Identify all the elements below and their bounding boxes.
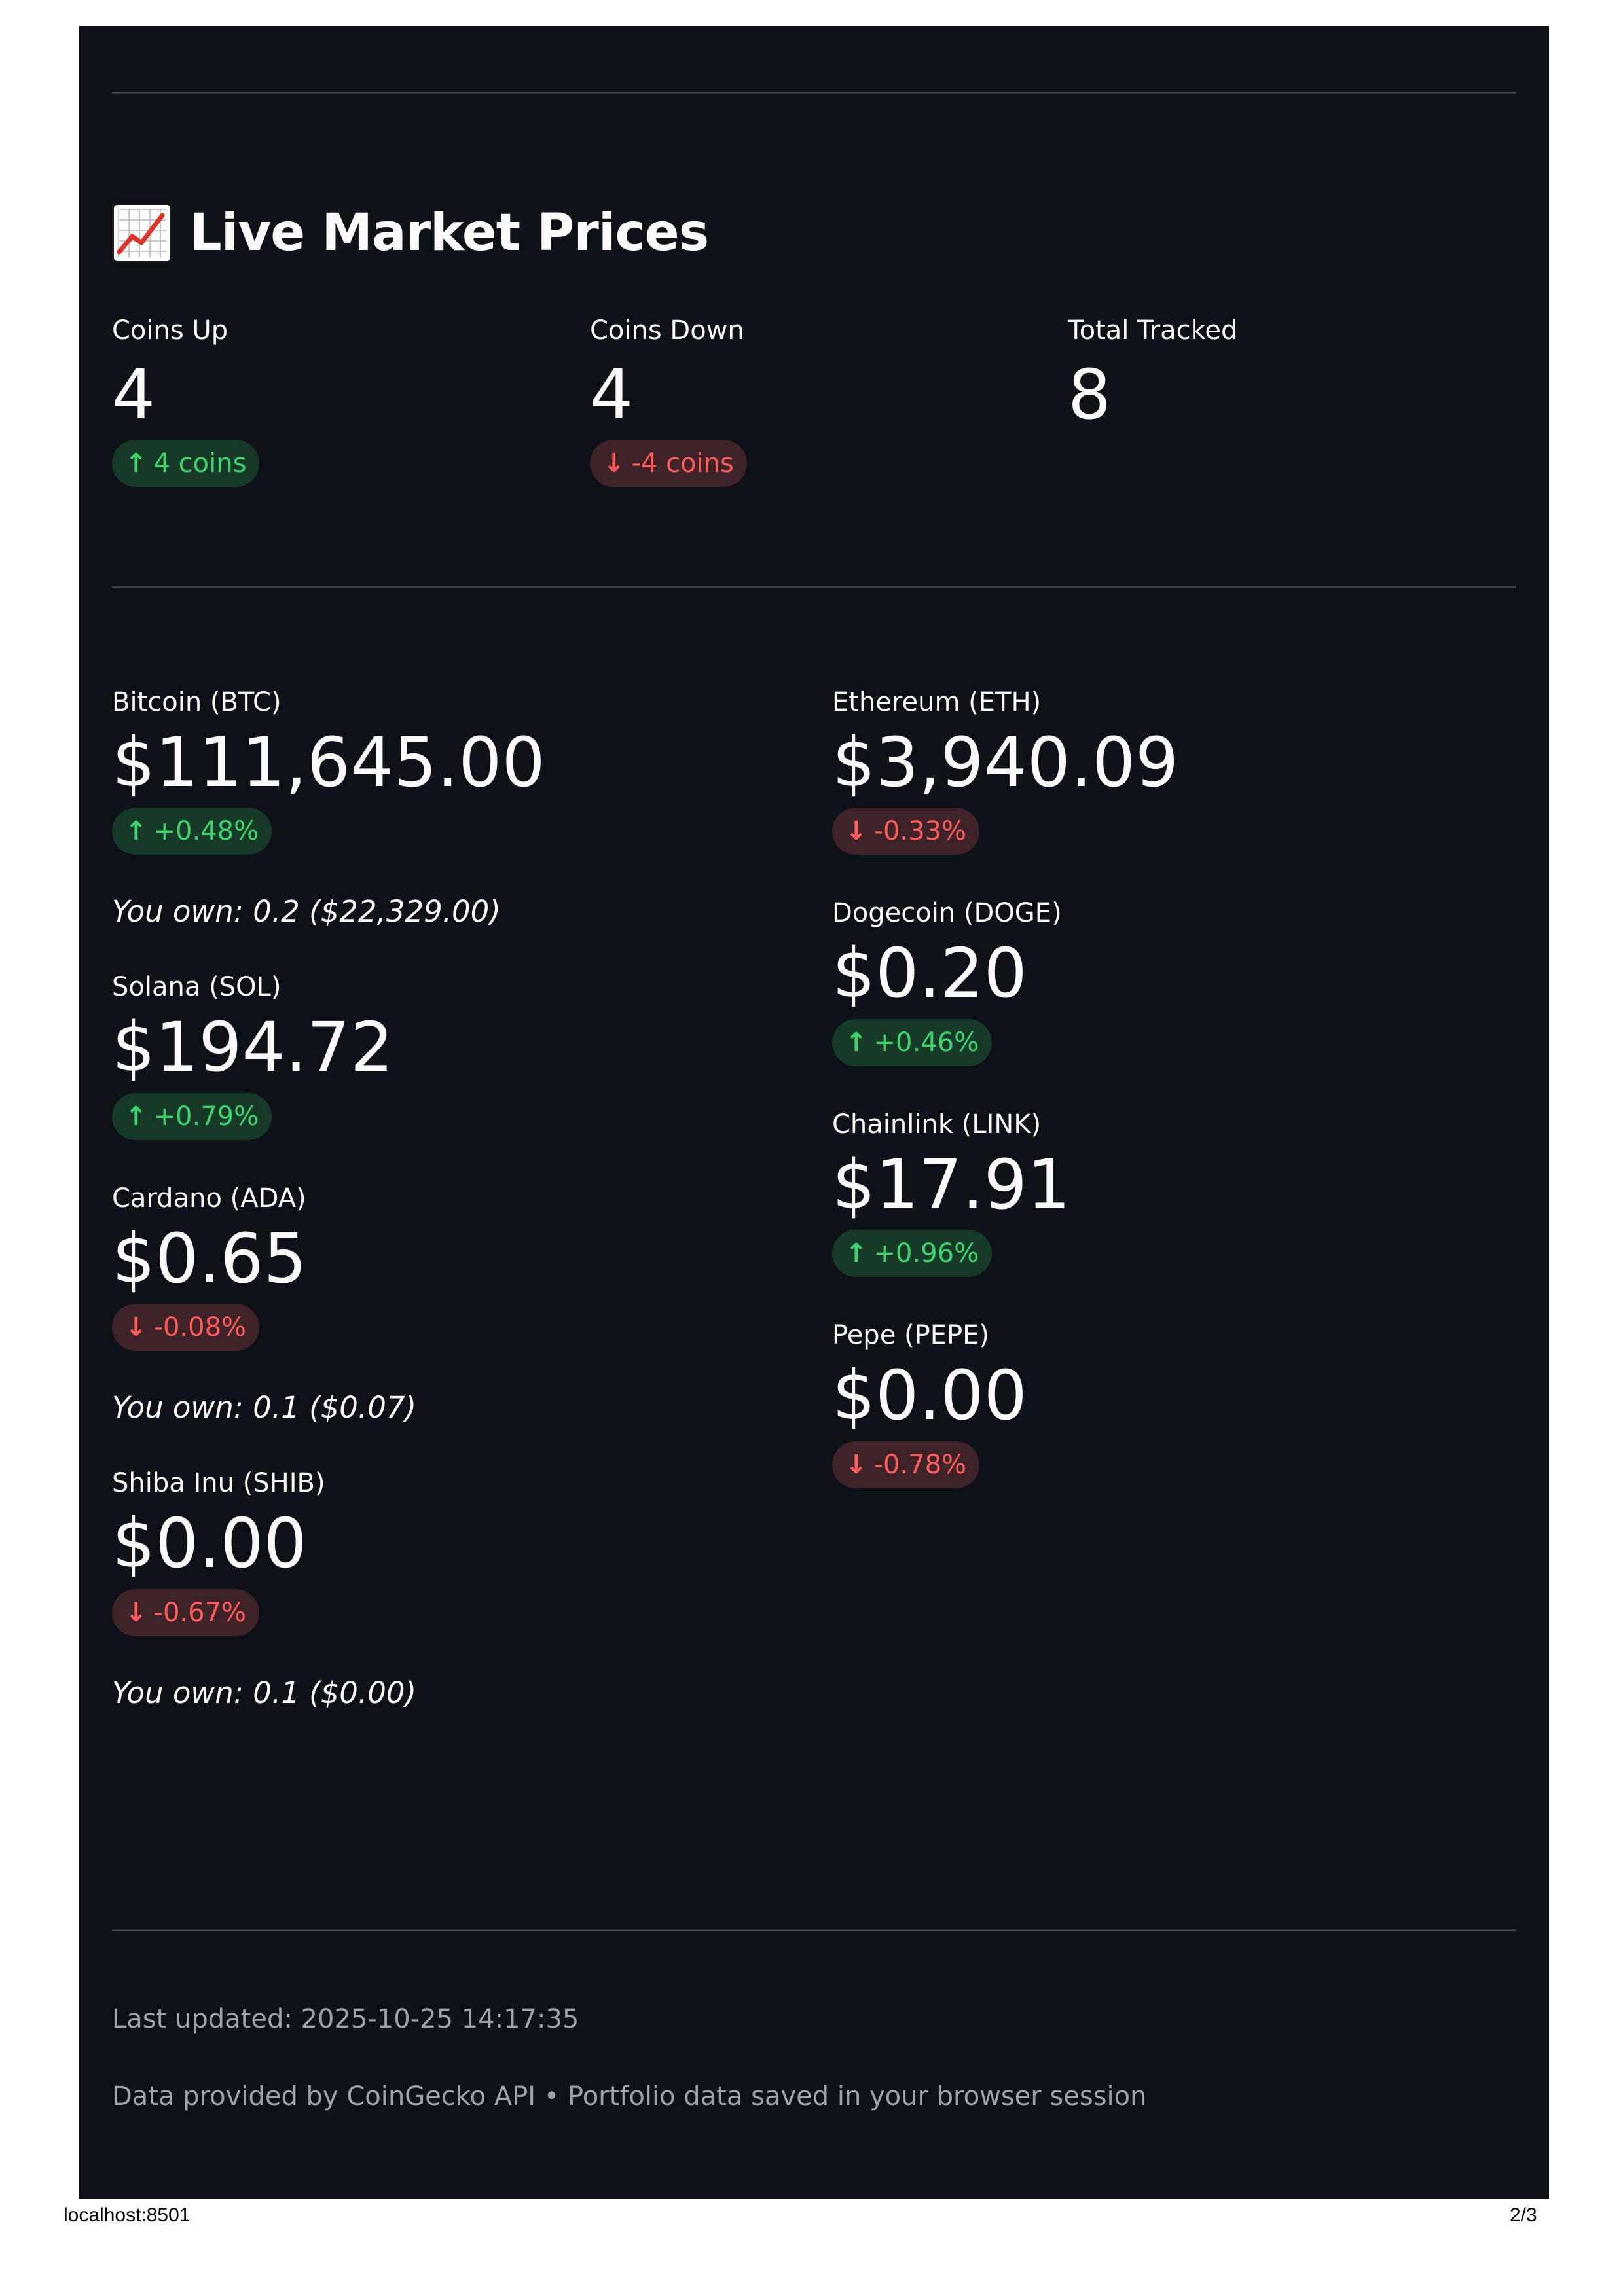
- arrow-down-icon: ↓: [125, 1597, 147, 1628]
- coin-price: $0.65: [112, 1218, 307, 1299]
- page-title-text: Live Market Prices: [189, 204, 709, 262]
- delta-text: -0.78%: [873, 1449, 967, 1480]
- delta-text: +0.46%: [873, 1027, 979, 1058]
- arrow-up-icon: ↑: [845, 1238, 867, 1269]
- delta-badge: ↑ +0.79%: [112, 1092, 272, 1140]
- arrow-up-icon: ↑: [125, 448, 147, 479]
- delta-badge: ↑ 4 coins: [112, 440, 260, 488]
- coin-card-pepe: Pepe (PEPE) $0.00 ↓ -0.78%: [832, 1320, 1178, 1488]
- metric-label: Coins Up: [112, 315, 228, 346]
- print-page-number: 2/3: [1510, 2204, 1537, 2226]
- coin-price: $0.00: [112, 1503, 307, 1584]
- page-title: Live Market Prices: [112, 203, 709, 263]
- arrow-down-icon: ↓: [125, 1312, 147, 1343]
- coin-label: Bitcoin (BTC): [112, 687, 282, 717]
- delta-text: -0.33%: [873, 816, 967, 847]
- arrow-up-icon: ↑: [845, 1027, 867, 1058]
- metric-value: 8: [1068, 355, 1112, 435]
- delta-badge: ↓ -0.78%: [832, 1441, 980, 1488]
- delta-badge: ↑ +0.48%: [112, 808, 272, 855]
- owned-text: You own: 0.1 ($0.07): [112, 1390, 417, 1426]
- coin-label: Ethereum (ETH): [832, 687, 1042, 717]
- coin-price: $17.91: [832, 1144, 1070, 1225]
- chart-increasing-icon: [112, 203, 172, 263]
- delta-text: 4 coins: [153, 448, 247, 479]
- coin-card-shib: Shiba Inu (SHIB) $0.00 ↓ -0.67% You own:…: [112, 1468, 545, 1710]
- metric-coins-up: Coins Up 4 ↑ 4 coins: [112, 315, 260, 488]
- delta-badge: ↓ -0.67%: [112, 1588, 260, 1636]
- coin-price: $0.20: [832, 933, 1027, 1014]
- coin-label: Dogecoin (DOGE): [832, 898, 1062, 929]
- delta-badge: ↓ -4 coins: [590, 440, 747, 488]
- divider-bottom: [112, 1929, 1516, 1931]
- coin-card-sol: Solana (SOL) $194.72 ↑ +0.79%: [112, 972, 545, 1140]
- coin-price: $0.00: [832, 1355, 1027, 1436]
- coin-price: $194.72: [112, 1007, 394, 1088]
- delta-text: -0.08%: [153, 1312, 247, 1343]
- arrow-down-icon: ↓: [845, 816, 867, 847]
- owned-text: You own: 0.1 ($0.00): [112, 1675, 417, 1710]
- owned-text: You own: 0.2 ($22,329.00): [112, 894, 501, 929]
- metric-value: 4: [590, 355, 634, 435]
- coin-price: $3,940.09: [832, 723, 1179, 802]
- coin-label: Pepe (PEPE): [832, 1320, 990, 1351]
- divider-top: [112, 92, 1516, 94]
- delta-text: +0.96%: [873, 1238, 979, 1269]
- arrow-down-icon: ↓: [603, 448, 625, 479]
- metric-label: Coins Down: [590, 315, 744, 346]
- metric-total-tracked: Total Tracked 8: [1068, 315, 1237, 432]
- arrow-down-icon: ↓: [845, 1449, 867, 1480]
- print-url: localhost:8501: [64, 2204, 191, 2226]
- coin-column-right: Ethereum (ETH) $3,940.09 ↓ -0.33% Dogeco…: [832, 687, 1178, 1488]
- coin-card-btc: Bitcoin (BTC) $111,645.00 ↑ +0.48% You o…: [112, 687, 545, 929]
- delta-text: -4 coins: [631, 448, 734, 479]
- coin-card-link: Chainlink (LINK) $17.91 ↑ +0.96%: [832, 1109, 1178, 1278]
- coin-label: Solana (SOL): [112, 972, 282, 1003]
- coin-label: Cardano (ADA): [112, 1183, 306, 1213]
- delta-badge: ↓ -0.08%: [112, 1304, 260, 1352]
- coin-card-eth: Ethereum (ETH) $3,940.09 ↓ -0.33%: [832, 687, 1178, 855]
- delta-text: +0.48%: [153, 816, 259, 847]
- coin-card-doge: Dogecoin (DOGE) $0.20 ↑ +0.46%: [832, 898, 1178, 1066]
- delta-badge: ↑ +0.96%: [832, 1230, 993, 1278]
- divider-middle: [112, 586, 1516, 588]
- metric-value: 4: [112, 355, 156, 435]
- arrow-up-icon: ↑: [125, 1101, 147, 1132]
- coin-card-ada: Cardano (ADA) $0.65 ↓ -0.08% You own: 0.…: [112, 1183, 545, 1425]
- attribution-text: Data provided by CoinGecko API • Portfol…: [112, 2081, 1147, 2111]
- app-main: Live Market Prices Coins Up 4 ↑ 4 coins …: [79, 26, 1549, 2199]
- arrow-up-icon: ↑: [125, 816, 147, 847]
- metric-coins-down: Coins Down 4 ↓ -4 coins: [590, 315, 747, 488]
- last-updated: Last updated: 2025-10-25 14:17:35: [112, 2004, 579, 2034]
- delta-badge: ↑ +0.46%: [832, 1018, 993, 1066]
- delta-text: +0.79%: [153, 1101, 259, 1132]
- delta-text: -0.67%: [153, 1597, 247, 1628]
- metric-label: Total Tracked: [1068, 315, 1238, 346]
- coin-label: Chainlink (LINK): [832, 1109, 1042, 1139]
- coin-price: $111,645.00: [112, 723, 545, 802]
- delta-badge: ↓ -0.33%: [832, 808, 980, 855]
- coin-label: Shiba Inu (SHIB): [112, 1468, 325, 1499]
- coin-column-left: Bitcoin (BTC) $111,645.00 ↑ +0.48% You o…: [112, 687, 545, 1710]
